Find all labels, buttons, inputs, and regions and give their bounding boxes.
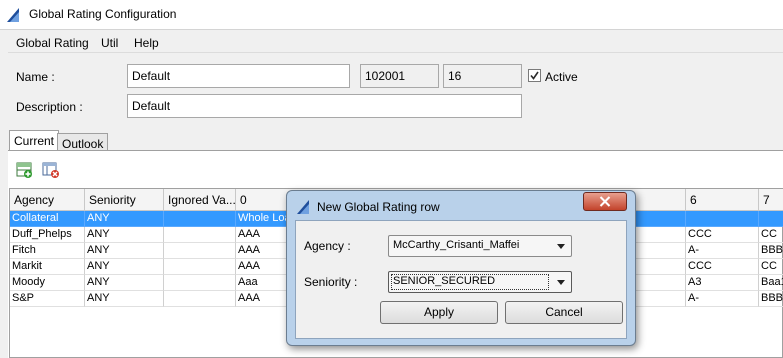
cell-agency: Collateral: [10, 211, 85, 227]
column-header-6[interactable]: 6: [686, 189, 759, 211]
apply-button[interactable]: Apply: [380, 301, 498, 324]
cell-6: A-: [686, 243, 759, 259]
column-header-seniority[interactable]: Seniority: [85, 189, 164, 211]
menu-global-rating[interactable]: Global Rating: [16, 36, 89, 50]
close-icon: [599, 196, 611, 207]
cell-agency: Moody: [10, 275, 85, 291]
cell-7: Baa1: [759, 275, 783, 291]
cell-7: CC: [759, 259, 783, 275]
cell-ignored: [164, 227, 236, 243]
cell-agency: S&P: [10, 291, 85, 307]
new-row-dialog: New Global Rating row Agency : McCarthy_…: [286, 190, 636, 346]
dialog-title: New Global Rating row: [317, 200, 440, 214]
check-icon: [530, 71, 539, 80]
cell-6: A3: [686, 275, 759, 291]
cell-ignored: [164, 275, 236, 291]
column-header-7[interactable]: 7: [759, 189, 783, 211]
cell-ignored: [164, 243, 236, 259]
agency-select-value: McCarthy_Crisanti_Maffei: [393, 239, 520, 251]
dialog-body: Agency : McCarthy_Crisanti_Maffei Senior…: [295, 220, 627, 339]
description-field[interactable]: Default: [127, 94, 522, 118]
cell-seniority: ANY: [85, 291, 164, 307]
cell-agency: Markit: [10, 259, 85, 275]
cell-seniority: ANY: [85, 211, 164, 227]
menu-help[interactable]: Help: [134, 36, 159, 50]
column-header-ignored[interactable]: Ignored Va...: [164, 189, 236, 211]
cell-7: CC: [759, 227, 783, 243]
active-checkbox[interactable]: [528, 69, 541, 82]
app-logo-icon: [297, 200, 309, 214]
menu-util[interactable]: Util: [101, 36, 118, 50]
id-field: 102001: [360, 64, 439, 88]
cell-agency: Duff_Phelps: [10, 227, 85, 243]
seniority-label: Seniority :: [304, 275, 358, 289]
cell-seniority: ANY: [85, 275, 164, 291]
cell-seniority: ANY: [85, 243, 164, 259]
cell-6: [686, 211, 759, 227]
active-label: Active: [545, 70, 578, 84]
delete-row-icon[interactable]: [42, 161, 60, 179]
description-label: Description :: [16, 100, 83, 114]
window-title: Global Rating Configuration: [29, 7, 177, 21]
cell-6: CCC: [686, 259, 759, 275]
number-field: 16: [443, 64, 522, 88]
agency-label: Agency :: [304, 239, 351, 253]
cell-7: BBB-: [759, 291, 783, 307]
cell-ignored: [164, 211, 236, 227]
cell-seniority: ANY: [85, 259, 164, 275]
cell-7: BBB-: [759, 243, 783, 259]
cell-ignored: [164, 259, 236, 275]
column-header-agency[interactable]: Agency: [10, 189, 85, 211]
cell-6: A-: [686, 291, 759, 307]
cell-7: [759, 211, 783, 227]
seniority-select[interactable]: SENIOR_SECURED: [388, 271, 572, 293]
chevron-down-icon: [557, 280, 565, 285]
agency-select[interactable]: McCarthy_Crisanti_Maffei: [388, 235, 572, 257]
add-row-icon[interactable]: [16, 161, 34, 179]
cell-6: CCC: [686, 227, 759, 243]
dialog-close-button[interactable]: [583, 192, 627, 211]
name-label: Name :: [16, 70, 55, 84]
cell-seniority: ANY: [85, 227, 164, 243]
focus-outline: [391, 274, 549, 290]
cancel-button[interactable]: Cancel: [505, 301, 623, 324]
name-field[interactable]: Default: [127, 64, 350, 88]
cell-agency: Fitch: [10, 243, 85, 259]
cell-ignored: [164, 291, 236, 307]
title-bar: Global Rating Configuration: [0, 0, 783, 30]
chevron-down-icon: [557, 244, 565, 249]
menu-bar: Global Rating Util Help: [8, 33, 783, 53]
app-logo-icon: [7, 8, 19, 22]
